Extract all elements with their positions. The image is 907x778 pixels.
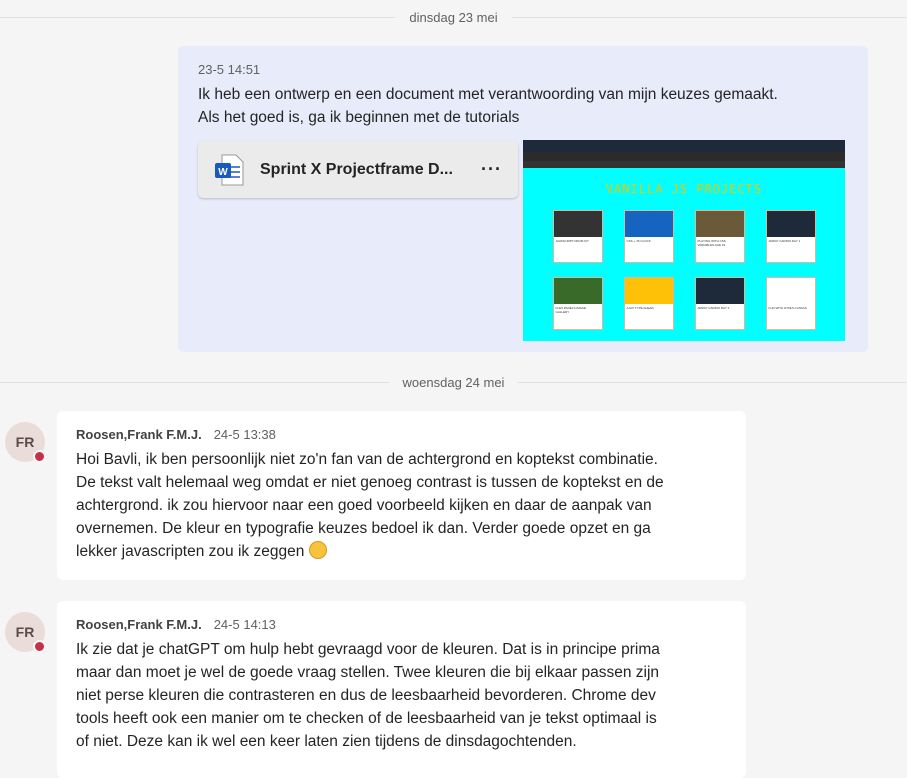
date-divider: woensdag 24 mei	[0, 372, 907, 392]
message-author[interactable]: Roosen,Frank F.M.J.	[76, 617, 202, 632]
screenshot-attachment[interactable]: VANILLA JS PROJECTS JAVASCRIPT DRUM KIT C…	[523, 140, 845, 341]
project-thumbnail	[695, 278, 744, 304]
file-attachment[interactable]: W Sprint X Projectframe D... ···	[198, 141, 518, 198]
project-title: CSS + JS CLOCK	[626, 239, 651, 243]
word-doc-icon: W	[215, 154, 244, 185]
project-card: JAVASCRIPT DRUM KIT	[552, 210, 603, 263]
project-card: FUN WITH HTML5 CANVAS	[765, 277, 816, 330]
message-body: Ik heb een ontwerp en een document met v…	[198, 83, 848, 129]
project-thumbnail	[553, 211, 602, 237]
presence-busy-icon	[33, 640, 46, 653]
project-grid: JAVASCRIPT DRUM KIT CSS + JS CLOCK PLAYING…	[523, 210, 845, 330]
browser-tabbar	[523, 140, 845, 152]
project-thumbnail	[766, 211, 815, 237]
message-body: Hoi Bavli, ik ben persoonlijk niet zo'n …	[76, 448, 727, 563]
message[interactable]: Roosen,Frank F.M.J. 24-5 14:13 Ik zie dat…	[57, 601, 746, 778]
message-line: Ik heb een ontwerp en een document met v…	[198, 86, 778, 103]
avatar-initials: FR	[15, 434, 35, 450]
project-title: PLAYING WITH CSS VARIABLES AND JS	[697, 239, 726, 247]
project-title: ARRAY CARDIO DAY 1	[768, 239, 801, 243]
page-title: VANILLA JS PROJECTS	[605, 182, 763, 196]
date-label: woensdag 24 mei	[402, 374, 505, 390]
presence-busy-icon	[33, 450, 46, 463]
message[interactable]: Roosen,Frank F.M.J. 24-5 13:38 Hoi Bavli,…	[57, 411, 746, 580]
project-card: CSS + JS CLOCK	[623, 210, 674, 263]
project-card: ARRAY CARDIO DAY 1	[765, 210, 816, 263]
file-name[interactable]: Sprint X Projectframe D...	[260, 161, 481, 179]
project-card: PLAYING WITH CSS VARIABLES AND JS	[694, 210, 745, 263]
own-message[interactable]: 23-5 14:51 Ik heb een ontwerp en een doc…	[178, 46, 868, 352]
message-body: Ik zie dat je chatGPT om hulp hebt gevra…	[76, 638, 727, 753]
browser-addressbar	[523, 152, 845, 161]
project-thumbnail	[624, 278, 673, 304]
browser-bookmarks	[523, 161, 845, 168]
message-line: achtergrond. ik zou hiervoor naar een go…	[76, 497, 652, 514]
message-line: Als het goed is, ga ik beginnen met de t…	[198, 109, 520, 126]
date-label: dinsdag 23 mei	[409, 9, 498, 25]
project-thumbnail	[695, 211, 744, 237]
project-thumbnail	[553, 278, 602, 304]
date-divider: dinsdag 23 mei	[0, 7, 907, 27]
message-timestamp: 23-5 14:51	[198, 62, 261, 77]
message-line: overnemen. De kleur en typografie keuzes…	[76, 520, 651, 537]
project-title: FLEX PANELS IMAGE GALLERY	[555, 306, 586, 314]
message-line: maar dan moet je wel de goede vraag stel…	[76, 664, 660, 681]
message-line: tools heeft ook een manier om te checken…	[76, 710, 657, 727]
project-title: ARRAY CARDIO DAY 2	[697, 306, 730, 310]
svg-text:W: W	[218, 167, 228, 178]
project-card: ARRAY CARDIO DAY 2	[694, 277, 745, 330]
message-line: Hoi Bavli, ik ben persoonlijk niet zo'n …	[76, 451, 658, 468]
message-line: niet perse kleuren die contrasteren en d…	[76, 687, 656, 704]
message-timestamp: 24-5 14:13	[213, 617, 276, 632]
message-line: of niet. Deze kan ik wel een keer laten …	[76, 733, 577, 750]
project-title: FUN WITH HTML5 CANVAS	[768, 306, 807, 310]
project-title: AJAX TYPE AHEAD	[626, 306, 654, 310]
project-thumbnail	[624, 211, 673, 237]
message-line: De tekst valt helemaal weg omdat er niet…	[76, 474, 664, 491]
avatar[interactable]: FR	[5, 612, 46, 653]
smiling-face-icon	[308, 541, 327, 559]
avatar-initials: FR	[15, 624, 35, 640]
message-line: Ik zie dat je chatGPT om hulp hebt gevra…	[76, 641, 660, 658]
avatar[interactable]: FR	[5, 422, 46, 463]
message-author[interactable]: Roosen,Frank F.M.J.	[76, 427, 202, 442]
message-line: lekker javascripten zou ik zeggen	[76, 543, 305, 560]
project-card: FLEX PANELS IMAGE GALLERY	[552, 277, 603, 330]
project-title: JAVASCRIPT DRUM KIT	[555, 239, 589, 243]
project-card: AJAX TYPE AHEAD	[623, 277, 674, 330]
project-thumbnail	[766, 278, 815, 304]
message-timestamp: 24-5 13:38	[213, 427, 276, 442]
more-options-button[interactable]: ···	[481, 159, 502, 180]
